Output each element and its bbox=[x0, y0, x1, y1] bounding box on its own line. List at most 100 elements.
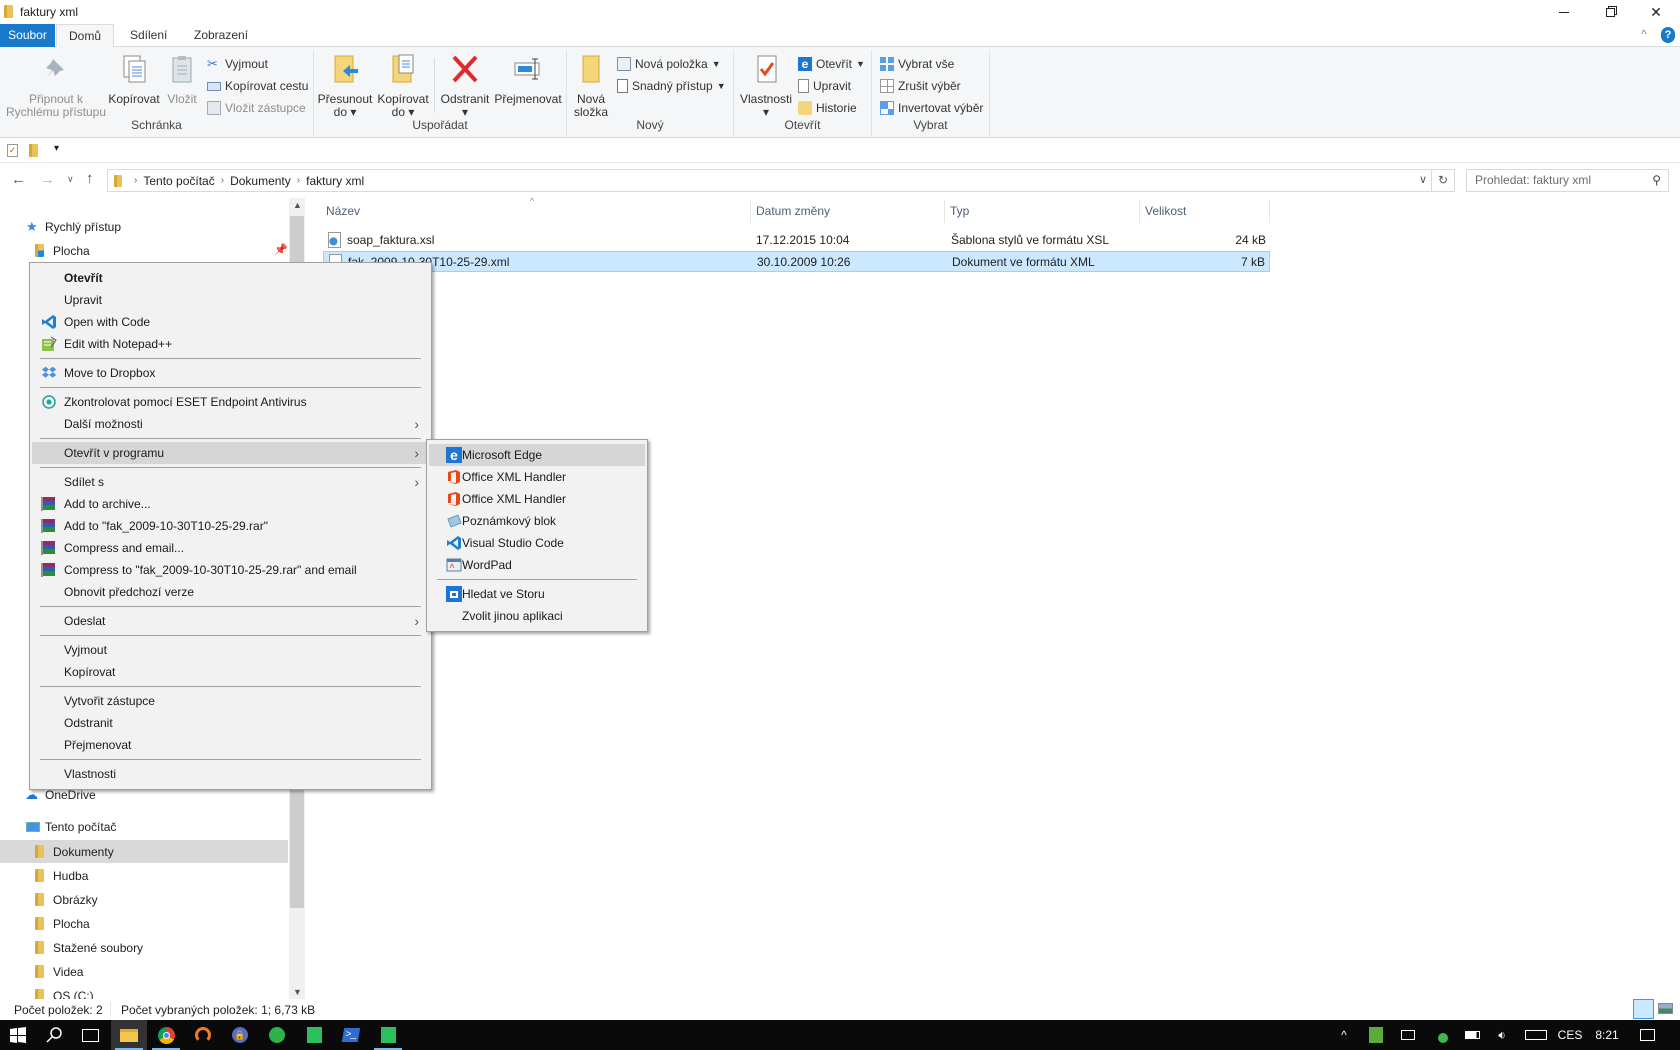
open-button[interactable]: e Otevřít ▼ bbox=[798, 54, 865, 74]
pin-quick-access-button[interactable]: Připnout k Rychlému přístupu bbox=[4, 53, 108, 119]
file-row[interactable]: soap_faktura.xsl 17.12.2015 10:04 Šablona … bbox=[323, 230, 1270, 251]
nav-item-stazene-soubory[interactable]: Stažené soubory bbox=[0, 936, 288, 959]
action-center-icon[interactable] bbox=[1636, 1020, 1658, 1050]
menu-item-microsoft-edge[interactable]: e Microsoft Edge bbox=[429, 444, 645, 466]
breadcrumb-current[interactable]: faktury xml bbox=[306, 174, 364, 188]
taskbar-powershell[interactable]: >_ bbox=[333, 1020, 369, 1050]
large-icons-view-icon[interactable] bbox=[1658, 1003, 1673, 1014]
recent-locations-icon[interactable]: ∨ bbox=[67, 174, 74, 185]
menu-item-vyjmout[interactable]: Vyjmout bbox=[32, 639, 429, 661]
details-view-icon[interactable] bbox=[1633, 999, 1654, 1019]
tab-sdileni[interactable]: Sdílení bbox=[118, 24, 179, 47]
menu-item-add-to-fak-2009-10-30t10-25-29-rar[interactable]: Add to "fak_2009-10-30T10-25-29.rar" bbox=[32, 515, 429, 537]
breadcrumb-documents[interactable]: Dokumenty bbox=[230, 174, 291, 188]
tab-soubor[interactable]: Soubor bbox=[0, 24, 55, 47]
nav-desktop-pinned[interactable]: Plocha 📌 bbox=[0, 239, 288, 262]
column-header-type[interactable]: Typ bbox=[945, 200, 1140, 223]
properties-button[interactable]: Vlastnosti ▾ bbox=[737, 53, 795, 119]
new-folder-button[interactable]: Nová složka bbox=[571, 53, 611, 119]
nav-item-hudba[interactable]: Hudba bbox=[0, 864, 288, 887]
nav-item-dokumenty[interactable]: Dokumenty bbox=[0, 840, 288, 863]
start-button[interactable] bbox=[0, 1020, 36, 1050]
scroll-down-icon[interactable]: ▼ bbox=[293, 987, 302, 997]
menu-item-zvolit-jinou-aplikaci[interactable]: Zvolit jinou aplikaci bbox=[429, 605, 645, 627]
copy-to-button[interactable]: Kopírovat do ▾ bbox=[375, 53, 431, 119]
search-button[interactable] bbox=[36, 1020, 72, 1050]
taskbar-evernote-2[interactable] bbox=[370, 1020, 406, 1050]
paste-shortcut-button[interactable]: Vložit zástupce bbox=[207, 98, 306, 118]
nav-item-videa[interactable]: Videa bbox=[0, 960, 288, 983]
new-folder-icon[interactable] bbox=[29, 144, 38, 157]
dropbox-tray-icon[interactable] bbox=[1430, 1020, 1450, 1050]
task-view-button[interactable] bbox=[72, 1020, 108, 1050]
address-history-icon[interactable]: ∨ bbox=[1419, 173, 1427, 186]
restore-button[interactable] bbox=[1587, 0, 1633, 24]
edit-button[interactable]: Upravit bbox=[798, 76, 851, 96]
search-input[interactable]: Prohledat: faktury xml ⚲ bbox=[1466, 169, 1669, 192]
easy-access-button[interactable]: Snadný přístup ▼ bbox=[617, 76, 726, 96]
clock[interactable]: 8:21 bbox=[1590, 1020, 1624, 1050]
menu-item-wordpad[interactable]: WordPad bbox=[429, 554, 645, 576]
back-icon[interactable]: ← bbox=[11, 171, 26, 188]
scroll-up-icon[interactable]: ▲ bbox=[293, 200, 302, 210]
delete-button[interactable]: Odstranit ▾ bbox=[438, 53, 492, 119]
tray-evernote-icon[interactable] bbox=[1366, 1020, 1386, 1050]
nav-item-plocha[interactable]: Plocha bbox=[0, 912, 288, 935]
menu-item-add-to-archive[interactable]: Add to archive... bbox=[32, 493, 429, 515]
touch-keyboard-icon[interactable] bbox=[1524, 1020, 1548, 1050]
taskbar-app-orange[interactable] bbox=[185, 1020, 221, 1050]
up-icon[interactable]: ↑ bbox=[86, 170, 94, 187]
menu-item-zkontrolovat-pomoci-eset-endpoint-antivirus[interactable]: Zkontrolovat pomocí ESET Endpoint Antivi… bbox=[32, 391, 429, 413]
tab-domu[interactable]: Domů bbox=[56, 24, 115, 48]
refresh-icon[interactable]: ↻ bbox=[1432, 169, 1455, 192]
menu-item-otevrit-v-programu[interactable]: Otevřít v programu › bbox=[32, 442, 429, 464]
menu-item-poznamkovy-blok[interactable]: Poznámkový blok bbox=[429, 510, 645, 532]
select-none-button[interactable]: Zrušit výběr bbox=[880, 76, 961, 96]
menu-item-dalsi-moznosti[interactable]: Další možnosti › bbox=[32, 413, 429, 435]
menu-item-prejmenovat[interactable]: Přejmenovat bbox=[32, 734, 429, 756]
menu-item-office-xml-handler[interactable]: Office XML Handler bbox=[429, 466, 645, 488]
invert-selection-button[interactable]: Invertovat výběr bbox=[880, 98, 983, 118]
nav-item-os-c[interactable]: OS (C:) bbox=[0, 984, 288, 999]
column-header-date[interactable]: Datum změny bbox=[751, 200, 945, 223]
taskbar-keepass[interactable]: 🔒 bbox=[222, 1020, 258, 1050]
nav-this-pc[interactable]: Tento počítač bbox=[0, 815, 288, 838]
menu-item-odeslat[interactable]: Odeslat › bbox=[32, 610, 429, 632]
menu-item-open-with-code[interactable]: Open with Code bbox=[32, 311, 429, 333]
taskbar-chrome[interactable] bbox=[148, 1020, 184, 1050]
menu-item-compress-and-email[interactable]: Compress and email... bbox=[32, 537, 429, 559]
menu-item-hledat-ve-storu[interactable]: Hledat ve Storu bbox=[429, 583, 645, 605]
collapse-ribbon-icon[interactable]: ^ bbox=[1641, 27, 1647, 41]
column-header-name[interactable]: Název bbox=[321, 200, 751, 223]
close-button[interactable]: ✕ bbox=[1633, 0, 1679, 24]
menu-item-visual-studio-code[interactable]: Visual Studio Code bbox=[429, 532, 645, 554]
select-all-button[interactable]: Vybrat vše bbox=[880, 54, 954, 74]
menu-item-edit-with-notepad[interactable]: Edit with Notepad++ bbox=[32, 333, 429, 355]
menu-item-odstranit[interactable]: Odstranit bbox=[32, 712, 429, 734]
paste-button[interactable]: Vložit bbox=[162, 53, 202, 106]
copy-path-button[interactable]: Kopírovat cestu bbox=[207, 76, 308, 96]
breadcrumb-this-pc[interactable]: Tento počítač bbox=[143, 174, 214, 188]
menu-item-otevrit[interactable]: Otevřít bbox=[32, 267, 429, 289]
menu-item-upravit[interactable]: Upravit bbox=[32, 289, 429, 311]
menu-item-move-to-dropbox[interactable]: Move to Dropbox bbox=[32, 362, 429, 384]
taskbar-evernote[interactable] bbox=[296, 1020, 332, 1050]
history-button[interactable]: Historie bbox=[798, 98, 857, 118]
menu-item-office-xml-handler[interactable]: Office XML Handler bbox=[429, 488, 645, 510]
address-bar[interactable]: › Tento počítač › Dokumenty › faktury xm… bbox=[107, 169, 1432, 192]
input-language[interactable]: CES bbox=[1556, 1020, 1584, 1050]
network-icon[interactable] bbox=[1398, 1020, 1418, 1050]
menu-item-kopirovat[interactable]: Kopírovat bbox=[32, 661, 429, 683]
menu-item-compress-to-fak-2009-10-30t10-25-29-rar-and-email[interactable]: Compress to "fak_2009-10-30T10-25-29.rar… bbox=[32, 559, 429, 581]
menu-item-vytvorit-zastupce[interactable]: Vytvořit zástupce bbox=[32, 690, 429, 712]
new-item-button[interactable]: Nová položka ▼ bbox=[617, 54, 721, 74]
column-header-size[interactable]: Velikost bbox=[1140, 200, 1270, 223]
taskbar-hangouts[interactable] bbox=[259, 1020, 295, 1050]
help-icon[interactable]: ? bbox=[1661, 27, 1675, 43]
move-to-button[interactable]: Přesunout do ▾ bbox=[317, 53, 373, 119]
pin-icon[interactable]: 📌 bbox=[274, 243, 288, 256]
file-row[interactable]: fak_2009-10-30T10-25-29.xml30.10.2009 10… bbox=[323, 251, 1270, 272]
minimize-button[interactable] bbox=[1541, 0, 1587, 24]
show-hidden-icons[interactable]: ^ bbox=[1334, 1020, 1354, 1050]
battery-icon[interactable] bbox=[1462, 1020, 1482, 1050]
